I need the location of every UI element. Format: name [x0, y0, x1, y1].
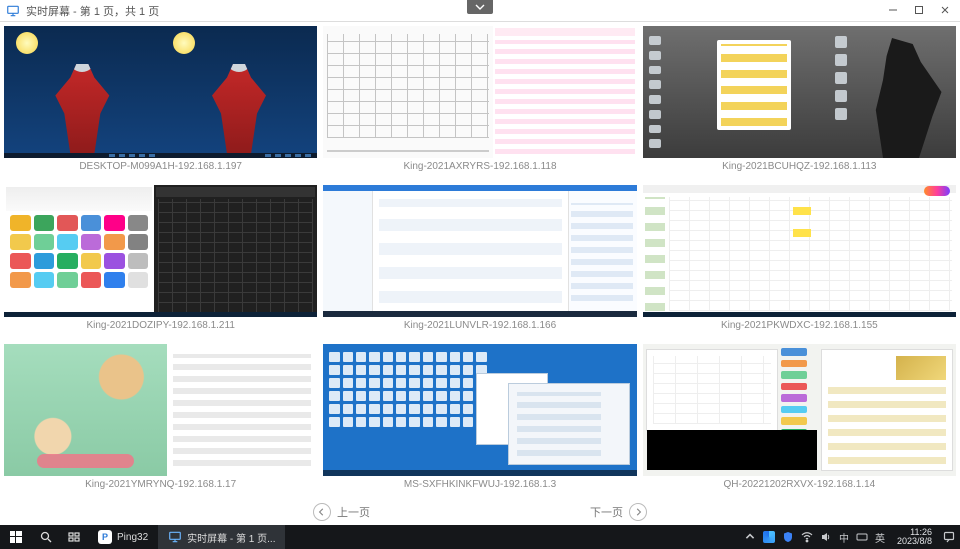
screen-cell: DESKTOP-M099A1H-192.168.1.197	[4, 26, 317, 183]
window-title: 实时屏幕 - 第 1 页，共 1 页	[26, 3, 159, 19]
screen-cell: MS-SXFHKINKFWUJ-192.168.1.3	[323, 344, 636, 501]
screen-thumbnail[interactable]	[4, 185, 317, 317]
screen-cell: King-2021AXRYRS-192.168.1.118	[323, 26, 636, 183]
pagination-bar: 上一页 下一页	[0, 501, 960, 525]
screen-cell: King-2021BCUHQZ-192.168.1.113	[643, 26, 956, 183]
arrow-right-icon	[629, 503, 647, 521]
screen-thumbnail[interactable]	[323, 185, 636, 317]
screen-thumbnail[interactable]	[643, 344, 956, 476]
ping32-icon: P	[98, 530, 112, 544]
screen-label: King-2021DOZIPY-192.168.1.211	[86, 317, 234, 332]
task-view-button[interactable]	[60, 525, 88, 549]
taskbar-left: P Ping32 实时屏幕 - 第 1 页...	[0, 525, 285, 549]
screen-label: King-2021AXRYRS-192.168.1.118	[403, 158, 556, 173]
wifi-icon	[801, 531, 813, 543]
screen-cell: King-2021PKWDXC-192.168.1.155	[643, 185, 956, 342]
taskbar-app-label: Ping32	[117, 532, 148, 543]
window-controls	[880, 0, 958, 20]
screen-thumbnail[interactable]	[4, 26, 317, 158]
ime-indicator: 中	[839, 530, 849, 545]
next-page-label: 下一页	[590, 504, 623, 520]
taskbar-app-ping32[interactable]: P Ping32	[88, 525, 158, 549]
titlebar-dropdown-button[interactable]	[467, 0, 493, 14]
arrow-left-icon	[313, 503, 331, 521]
taskbar-app-realtime-screen[interactable]: 实时屏幕 - 第 1 页...	[158, 525, 285, 549]
taskbar-app-label: 实时屏幕 - 第 1 页...	[187, 530, 275, 545]
screen-label: King-2021BCUHQZ-192.168.1.113	[722, 158, 876, 173]
screen-cell: King-2021YMRYNQ-192.168.1.17	[4, 344, 317, 501]
close-button[interactable]	[932, 0, 958, 20]
window-titlebar: 实时屏幕 - 第 1 页，共 1 页	[0, 0, 960, 22]
taskbar: P Ping32 实时屏幕 - 第 1 页... 中 英 11:26 2023/…	[0, 525, 960, 549]
screen-grid: DESKTOP-M099A1H-192.168.1.197 King-2021A…	[0, 22, 960, 501]
screen-label: King-2021PKWDXC-192.168.1.155	[721, 317, 878, 332]
volume-icon	[820, 531, 832, 543]
taskbar-clock[interactable]: 11:26 2023/8/8	[891, 525, 938, 549]
screen-thumbnail[interactable]	[323, 344, 636, 476]
content-area: DESKTOP-M099A1H-192.168.1.197 King-2021A…	[0, 22, 960, 525]
monitor-icon	[6, 4, 20, 18]
screen-thumbnail[interactable]	[323, 26, 636, 158]
chevron-up-icon	[744, 531, 756, 543]
monitor-icon	[168, 530, 182, 544]
screen-thumbnail[interactable]	[4, 344, 317, 476]
screen-label: QH-20221202RXVX-192.168.1.14	[723, 476, 875, 491]
screen-label: MS-SXFHKINKFWUJ-192.168.1.3	[404, 476, 556, 491]
screen-label: King-2021LUNVLR-192.168.1.166	[404, 317, 556, 332]
taskbar-right: 中 英 11:26 2023/8/8	[738, 525, 960, 549]
prev-page-button[interactable]: 上一页	[313, 503, 370, 521]
maximize-button[interactable]	[906, 0, 932, 20]
shield-icon	[782, 531, 794, 543]
screen-cell: QH-20221202RXVX-192.168.1.14	[643, 344, 956, 501]
tray-app-icon	[763, 531, 775, 543]
ime-indicator-2: 英	[875, 530, 885, 545]
clock-date: 2023/8/8	[897, 537, 932, 546]
screen-thumbnail[interactable]	[643, 26, 956, 158]
prev-page-label: 上一页	[337, 504, 370, 520]
keyboard-icon	[856, 531, 868, 543]
screen-label: DESKTOP-M099A1H-192.168.1.197	[79, 158, 242, 173]
start-button[interactable]	[0, 525, 32, 549]
screen-label: King-2021YMRYNQ-192.168.1.17	[85, 476, 236, 491]
screen-cell: King-2021LUNVLR-192.168.1.166	[323, 185, 636, 342]
notification-button[interactable]	[938, 525, 960, 549]
system-tray[interactable]: 中 英	[738, 525, 891, 549]
minimize-button[interactable]	[880, 0, 906, 20]
next-page-button[interactable]: 下一页	[590, 503, 647, 521]
screen-thumbnail[interactable]	[643, 185, 956, 317]
search-button[interactable]	[32, 525, 60, 549]
screen-cell: King-2021DOZIPY-192.168.1.211	[4, 185, 317, 342]
